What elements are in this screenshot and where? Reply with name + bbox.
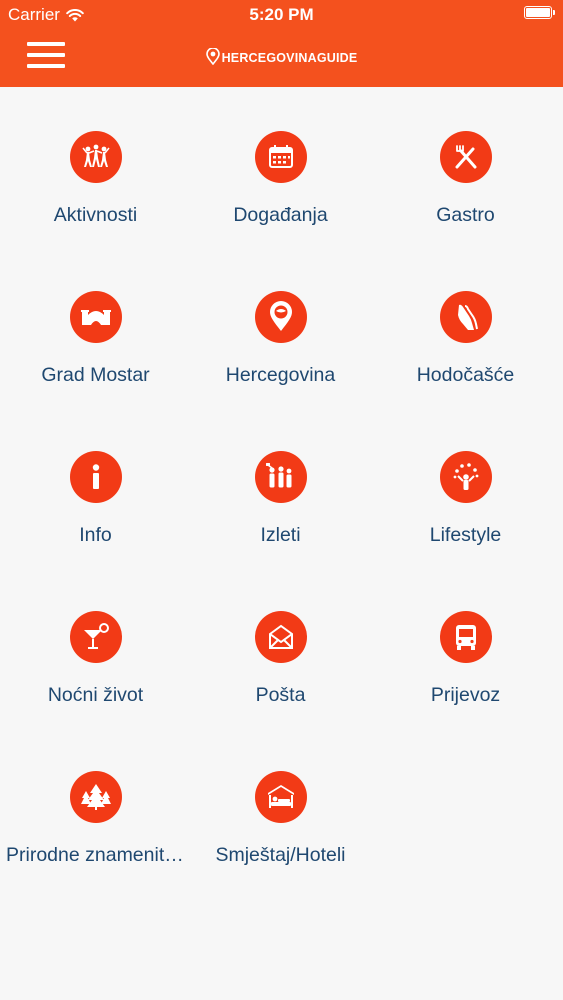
category-izleti[interactable]: Izleti <box>187 407 374 567</box>
category-aktivnosti[interactable]: Aktivnosti <box>2 87 189 247</box>
category-label: Prijevoz <box>430 684 501 706</box>
top-bar: Carrier 5:20 PM HERCEGOVINAGUIDE <box>0 0 563 87</box>
people-dancing-icon <box>70 131 122 183</box>
category-label: Lifestyle <box>429 524 502 546</box>
category-prijevoz[interactable]: Prijevoz <box>372 567 559 727</box>
category-posta[interactable]: Pošta <box>187 567 374 727</box>
praying-hands-icon <box>440 291 492 343</box>
group-tour-icon <box>255 451 307 503</box>
category-label: Aktivnosti <box>53 204 138 226</box>
category-label: Noćni život <box>47 684 144 706</box>
cocktail-icon <box>70 611 122 663</box>
category-prirodne-znamenitosti[interactable]: Prirodne znamenitosti <box>2 727 189 887</box>
category-label: Prirodne znamenitosti <box>6 844 185 866</box>
map-pin-icon <box>255 291 307 343</box>
battery-icon <box>524 6 555 19</box>
category-label: Hodočašće <box>416 364 515 386</box>
category-label: Pošta <box>255 684 306 706</box>
category-label: Hercegovina <box>225 364 336 386</box>
info-icon <box>70 451 122 503</box>
status-bar: Carrier 5:20 PM <box>0 0 563 28</box>
category-nocni-zivot[interactable]: Noćni život <box>2 567 189 727</box>
fork-knife-icon <box>440 131 492 183</box>
category-label: Smještaj/Hoteli <box>215 844 346 866</box>
trees-icon <box>70 771 122 823</box>
mail-envelope-icon <box>255 611 307 663</box>
category-label: Gastro <box>436 204 495 226</box>
brand-name: HERCEGOVINAGUIDE <box>221 51 358 65</box>
bus-icon <box>440 611 492 663</box>
juggler-icon <box>440 451 492 503</box>
brand-logo: HERCEGOVINAGUIDE <box>0 48 563 65</box>
logo-pin-icon <box>205 48 220 65</box>
category-hodocasce[interactable]: Hodočašće <box>372 247 559 407</box>
category-label: Izleti <box>260 524 301 546</box>
category-label: Grad Mostar <box>41 364 150 386</box>
clock: 5:20 PM <box>249 5 314 24</box>
category-dogadjanja[interactable]: Događanja <box>187 87 374 247</box>
bed-icon <box>255 771 307 823</box>
bridge-icon <box>70 291 122 343</box>
category-lifestyle[interactable]: Lifestyle <box>372 407 559 567</box>
category-label: Info <box>79 524 112 546</box>
calendar-icon <box>255 131 307 183</box>
category-label: Događanja <box>233 204 328 226</box>
category-gastro[interactable]: Gastro <box>372 87 559 247</box>
category-grad-mostar[interactable]: Grad Mostar <box>2 247 189 407</box>
menu-bar-line <box>27 42 65 46</box>
category-smjestaj-hoteli[interactable]: Smještaj/Hoteli <box>187 727 374 887</box>
category-info[interactable]: Info <box>2 407 189 567</box>
category-hercegovina[interactable]: Hercegovina <box>187 247 374 407</box>
